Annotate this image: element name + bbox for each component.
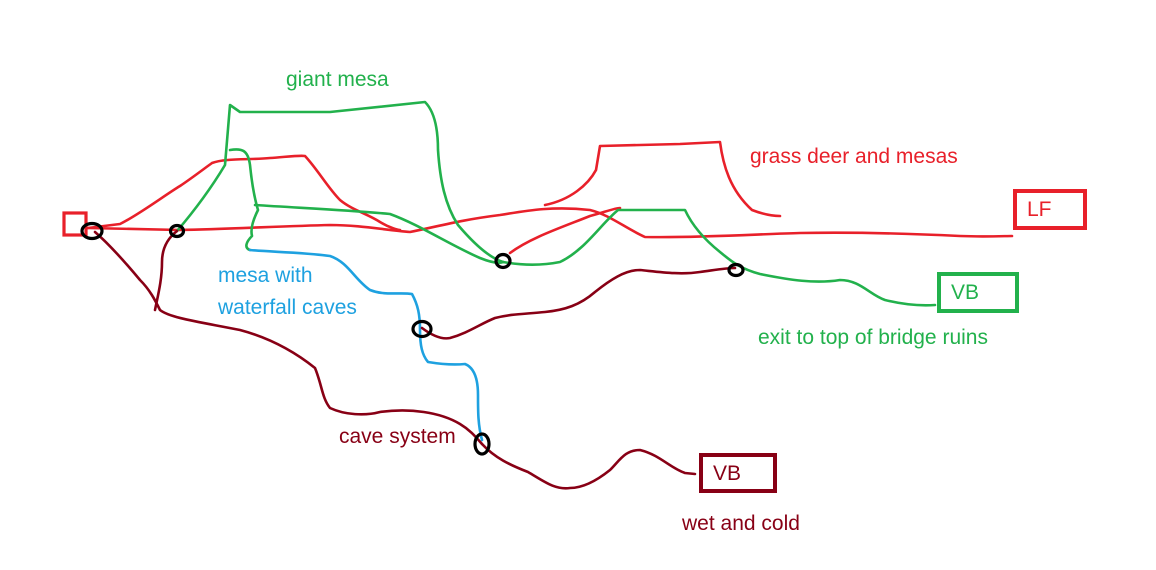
red-upper-route bbox=[86, 154, 402, 232]
green-giant-mesa bbox=[175, 100, 505, 264]
node-east bbox=[727, 262, 745, 278]
maroon-east-route bbox=[420, 266, 737, 340]
label-grass-deer-mesas: grass deer and mesas bbox=[750, 145, 958, 168]
label-wet-and-cold: wet and cold bbox=[682, 512, 800, 535]
label-cave-system: cave system bbox=[339, 425, 456, 448]
junction-nodes bbox=[80, 221, 745, 456]
label-mesa-waterfall-line1: mesa with bbox=[218, 264, 313, 287]
maroon-routes bbox=[93, 229, 737, 490]
red-grass-mesa bbox=[543, 140, 782, 218]
box-lf: LF bbox=[1013, 189, 1087, 230]
maroon-wet-route bbox=[480, 442, 697, 490]
label-giant-mesa: giant mesa bbox=[286, 68, 389, 91]
box-vb-maroon: VB bbox=[699, 453, 777, 493]
label-exit-bridge-ruins: exit to top of bridge ruins bbox=[758, 326, 988, 349]
green-mesa-loop bbox=[228, 148, 260, 252]
maroon-branch bbox=[153, 229, 179, 312]
label-mesa-waterfall-line2: waterfall caves bbox=[218, 296, 357, 319]
box-vb-green: VB bbox=[937, 272, 1019, 313]
